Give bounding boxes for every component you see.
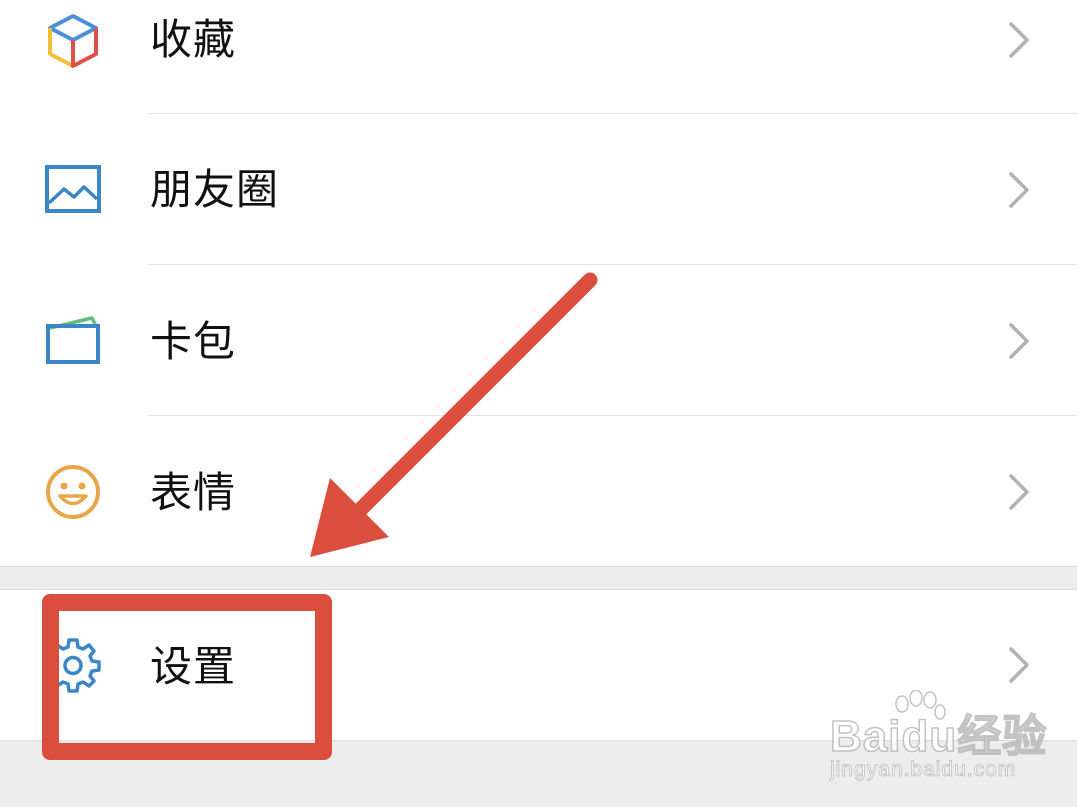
section-gap xyxy=(0,566,1077,590)
settings-highlight-box xyxy=(42,594,332,760)
watermark-url: jingyan.baidu.com xyxy=(830,758,1017,782)
menu-item-card-wallet[interactable]: 卡包 xyxy=(0,265,1077,415)
baidu-watermark: Baidu经验 jingyan.baidu.com xyxy=(826,690,1056,790)
card-wallet-icon xyxy=(42,310,104,372)
chevron-right-icon xyxy=(1002,168,1036,212)
chevron-right-icon xyxy=(1002,319,1036,363)
chevron-right-icon xyxy=(1002,18,1036,62)
favorites-cube-icon xyxy=(42,10,104,72)
chevron-right-icon xyxy=(1002,470,1036,514)
menu-item-moments[interactable]: 朋友圈 xyxy=(0,114,1077,264)
menu-item-label: 收藏 xyxy=(150,15,237,64)
menu-item-label: 卡包 xyxy=(150,317,237,366)
moments-picture-icon xyxy=(42,159,104,221)
menu-item-favorites[interactable]: 收藏 xyxy=(0,0,1077,115)
chevron-right-icon xyxy=(1002,643,1036,687)
menu-item-label: 表情 xyxy=(150,468,237,517)
menu-item-stickers[interactable]: 表情 xyxy=(0,416,1077,566)
menu-group-main: 收藏 朋友圈 卡包 表情 xyxy=(0,0,1077,566)
watermark-brand: Baidu经验 xyxy=(829,711,1048,762)
menu-item-label: 朋友圈 xyxy=(150,165,280,214)
sticker-smiley-icon xyxy=(42,461,104,523)
